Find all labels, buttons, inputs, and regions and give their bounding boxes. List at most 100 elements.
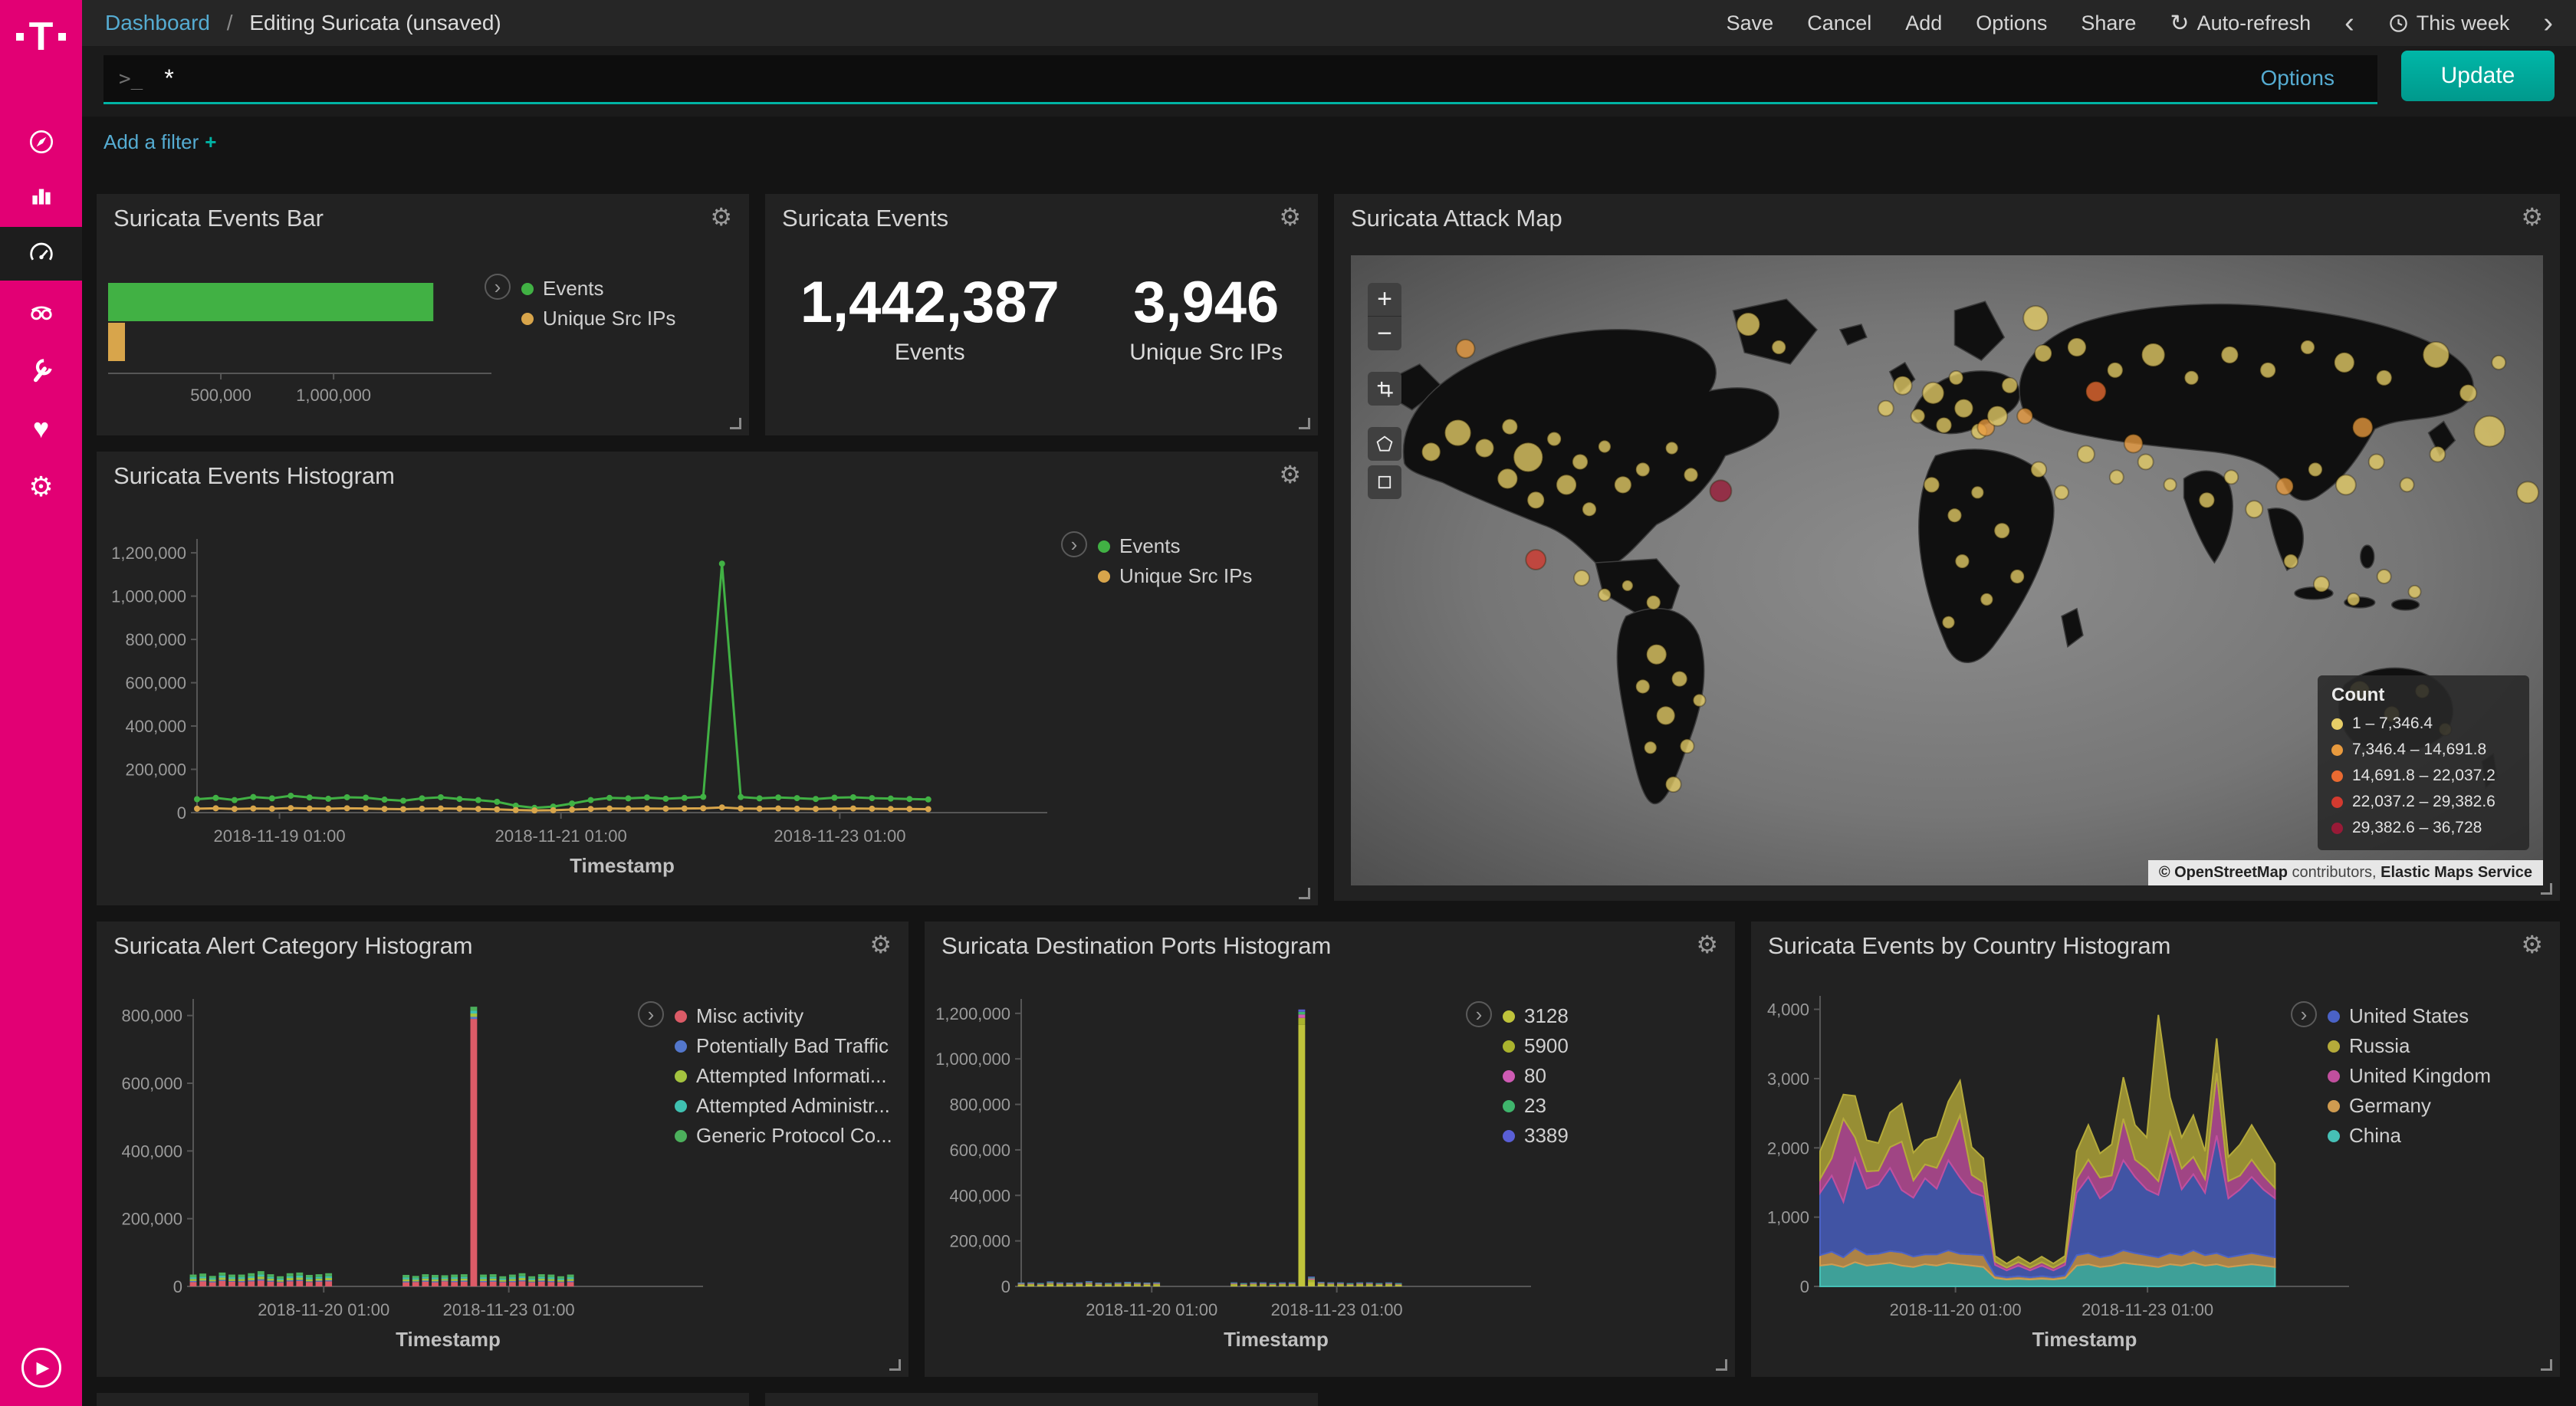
attack-map-point[interactable] <box>2377 570 2391 583</box>
legend-item-events[interactable]: Events <box>521 274 675 304</box>
time-range-button[interactable]: This week <box>2388 11 2510 35</box>
legend-item-80[interactable]: 80 <box>1503 1061 1569 1091</box>
attack-map-point[interactable] <box>2423 342 2450 368</box>
legend-item-china[interactable]: China <box>2328 1121 2491 1151</box>
attack-map-point[interactable] <box>1572 454 1588 469</box>
attack-map-point[interactable] <box>2353 418 2373 438</box>
attack-map-point[interactable] <box>1526 550 1546 570</box>
attack-map-point[interactable] <box>2138 454 2154 469</box>
search-query-input[interactable]: >_ * Options <box>104 55 2377 104</box>
attack-map-point[interactable] <box>2517 481 2538 503</box>
attack-map-point[interactable] <box>1911 409 1925 423</box>
attack-map-point[interactable] <box>1878 401 1894 416</box>
map-draw-polygon-button[interactable] <box>1368 427 1401 461</box>
attack-map-point[interactable] <box>1657 706 1675 724</box>
legend-item-attempted-administr-[interactable]: Attempted Administr... <box>675 1091 892 1121</box>
sidebar-collapse-button[interactable]: ▶ <box>21 1348 61 1388</box>
legend-item-3128[interactable]: 3128 <box>1503 1001 1569 1031</box>
topbar-action-save[interactable]: Save <box>1727 11 1774 35</box>
legend-collapse-button[interactable]: › <box>638 1001 664 1027</box>
ems-attribution[interactable]: Elastic Maps Service <box>2380 864 2532 881</box>
attack-map-point[interactable] <box>1457 340 1475 358</box>
topbar-action-add[interactable]: Add <box>1905 11 1942 35</box>
attack-map-point[interactable] <box>1636 462 1650 476</box>
attack-map-point[interactable] <box>2108 363 2123 378</box>
attack-map-point[interactable] <box>2308 462 2322 476</box>
attack-map-point[interactable] <box>2031 462 2046 477</box>
breadcrumb-dashboard-link[interactable]: Dashboard <box>105 11 210 34</box>
attack-map-point[interactable] <box>1971 486 1983 498</box>
attack-map-point[interactable] <box>1949 371 1963 385</box>
map-fit-bounds-button[interactable] <box>1368 372 1401 406</box>
panel-settings-gear-icon[interactable]: ⚙ <box>710 205 732 229</box>
sidebar-item-management[interactable]: ⚙ <box>0 460 82 514</box>
attack-map-point[interactable] <box>1772 340 1786 354</box>
attack-map-point[interactable] <box>1497 468 1517 488</box>
legend-collapse-button[interactable]: › <box>2291 1001 2317 1027</box>
legend-collapse-button[interactable]: › <box>1061 531 1087 557</box>
attack-map-point[interactable] <box>1422 443 1441 462</box>
legend-item-germany[interactable]: Germany <box>2328 1091 2491 1121</box>
query-options-link[interactable]: Options <box>2261 66 2335 90</box>
panel-settings-gear-icon[interactable]: ⚙ <box>1696 932 1718 957</box>
topbar-action-share[interactable]: Share <box>2081 11 2136 35</box>
attack-map-point[interactable] <box>1574 570 1589 586</box>
add-filter-link[interactable]: Add a filter+ <box>104 130 216 154</box>
osm-attribution[interactable]: © OpenStreetMap <box>2159 864 2288 881</box>
legend-item-potentially-bad-traffic[interactable]: Potentially Bad Traffic <box>675 1031 892 1061</box>
attack-map-point[interactable] <box>1647 596 1661 609</box>
attack-map-point[interactable] <box>1987 406 2007 426</box>
attack-map-point[interactable] <box>1582 502 1596 516</box>
attack-map-point[interactable] <box>1527 491 1544 508</box>
attack-map-point[interactable] <box>1672 672 1687 687</box>
attack-map-point[interactable] <box>1694 694 1706 706</box>
attack-map-point[interactable] <box>1598 589 1611 601</box>
attack-map-point[interactable] <box>1681 739 1694 753</box>
attack-map[interactable]: + − Count 1 – 7,346 <box>1351 255 2543 885</box>
sidebar-item-monitoring[interactable]: ♥ <box>0 402 82 455</box>
attack-map-point[interactable] <box>1924 477 1940 492</box>
attack-map-point[interactable] <box>2400 478 2414 491</box>
legend-item-united-kingdom[interactable]: United Kingdom <box>2328 1061 2491 1091</box>
attack-map-point[interactable] <box>2185 371 2199 385</box>
legend-item-unique-src-ips[interactable]: Unique Src IPs <box>521 304 675 333</box>
telekom-logo[interactable]: T <box>0 12 82 61</box>
attack-map-point[interactable] <box>1598 441 1611 453</box>
attack-map-point[interactable] <box>1943 616 1955 629</box>
attack-map-point[interactable] <box>2164 478 2177 491</box>
attack-map-point[interactable] <box>1475 439 1493 458</box>
panel-settings-gear-icon[interactable]: ⚙ <box>2521 932 2543 957</box>
attack-map-point[interactable] <box>1710 480 1731 501</box>
attack-map-point[interactable] <box>2334 353 2354 373</box>
attack-map-point[interactable] <box>2377 370 2392 386</box>
legend-item-misc-activity[interactable]: Misc activity <box>675 1001 892 1031</box>
attack-map-point[interactable] <box>1547 432 1561 446</box>
attack-map-point[interactable] <box>1894 376 1912 395</box>
attack-map-point[interactable] <box>1954 399 1973 418</box>
auto-refresh-button[interactable]: ↻ Auto-refresh <box>2170 10 2311 37</box>
sidebar-item-dashboard[interactable] <box>0 227 82 281</box>
attack-map-point[interactable] <box>2110 470 2124 484</box>
attack-map-point[interactable] <box>1502 419 1517 435</box>
attack-map-point[interactable] <box>1666 777 1681 792</box>
attack-map-point[interactable] <box>1636 680 1650 694</box>
legend-item-united-states[interactable]: United States <box>2328 1001 2491 1031</box>
attack-map-point[interactable] <box>2068 338 2086 356</box>
legend-item-generic-protocol-co-[interactable]: Generic Protocol Co... <box>675 1121 892 1151</box>
attack-map-point[interactable] <box>1684 468 1698 481</box>
panel-resize-handle[interactable] <box>1299 888 1310 899</box>
attack-map-point[interactable] <box>2055 485 2068 499</box>
attack-map-point[interactable] <box>1513 443 1543 472</box>
attack-map-point[interactable] <box>1994 523 2009 538</box>
attack-map-point[interactable] <box>2017 409 2032 424</box>
attack-map-point[interactable] <box>2221 347 2238 363</box>
legend-collapse-button[interactable]: › <box>1466 1001 1492 1027</box>
legend-item-attempted-informati-[interactable]: Attempted Informati... <box>675 1061 892 1091</box>
topbar-action-options[interactable]: Options <box>1976 11 2047 35</box>
attack-map-point[interactable] <box>2459 385 2476 402</box>
attack-map-point[interactable] <box>2035 345 2052 362</box>
legend-item-23[interactable]: 23 <box>1503 1091 1569 1121</box>
attack-map-point[interactable] <box>1737 313 1760 336</box>
attack-map-point[interactable] <box>2430 447 2445 462</box>
panel-resize-handle[interactable] <box>2541 1359 2552 1371</box>
